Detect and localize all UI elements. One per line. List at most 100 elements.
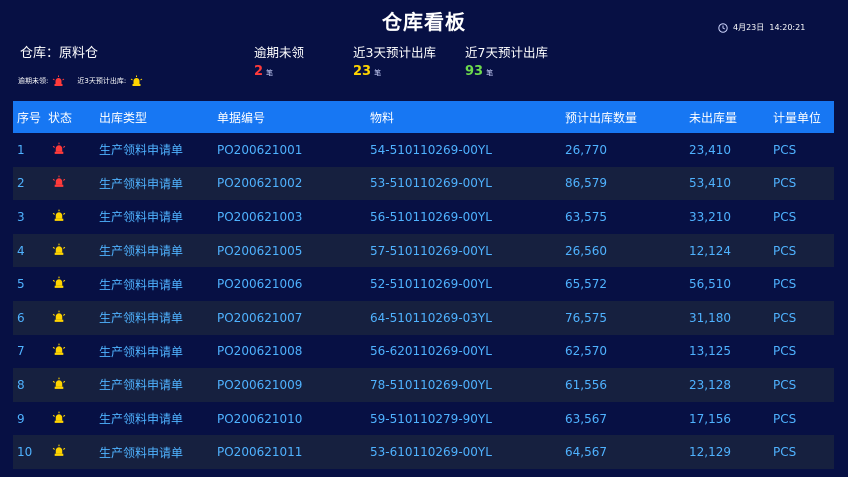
cell-material: 52-510110269-00YL [370,277,492,292]
cell-unit: PCS [773,377,797,392]
cell-material: 53-510110269-00YL [370,176,492,191]
cell-doc[interactable]: PO200621009 [213,368,366,402]
table-header-row: 序号 状态 出库类型 单据编号 物料 预计出库数量 未出库量 计量单位 [13,101,834,133]
stat-3day: 近3天预计出库 23 笔 [353,42,436,79]
table-row[interactable]: 8 生产领料申请单 PO200621009 78-510110269-00YL 61,… [13,368,834,402]
col-header-remaining: 未出库量 [689,110,738,125]
cell-no: 9 [17,411,25,426]
stat-label: 近7天预计出库 [465,45,548,60]
cell-material: 54-510110269-00YL [370,142,492,157]
table-row[interactable]: 2 生产领料申请单 PO200621002 53-510110269-00YL 86,… [13,166,834,201]
cell-doc[interactable]: PO200621010 [213,402,366,436]
red-alarm-icon [53,75,65,86]
cell-type: 生产领料申请单 [99,311,184,326]
cell-material: 53-610110269-00YL [370,445,492,460]
col-header-planned: 预计出库数量 [565,110,638,125]
cell-material: 57-510110269-00YL [370,243,492,258]
legend-overdue-label: 逾期未领: [18,77,49,85]
col-header-doc: 单据编号 [217,110,266,125]
cell-unit: PCS [773,243,797,258]
table-row[interactable]: 5 生产领料申请单 PO200621006 52-510110269-00YL 65,… [13,267,834,301]
cell-unit: PCS [773,445,797,460]
cell-doc[interactable]: PO200621008 [213,335,366,369]
cell-no: 5 [17,277,25,292]
table-row[interactable]: 4 生产领料申请单 PO200621005 57-510110269-00YL 26,… [13,233,834,268]
cell-status [44,133,95,167]
cell-material: 59-510110279-90YL [370,411,492,426]
cell-unit: PCS [773,310,797,325]
col-header-status: 状态 [48,110,73,125]
yellow-alarm-icon [52,377,66,389]
cell-material: 64-510110269-03YL [370,310,492,325]
cell-unit: PCS [773,277,797,292]
table-row[interactable]: 9 生产领料申请单 PO200621010 59-510110279-90YL 63,… [13,402,834,436]
cell-doc[interactable]: PO200621006 [213,267,366,301]
stat-overdue: 逾期未领 2笔 [254,42,304,79]
cell-doc[interactable]: PO200621001 [213,133,366,167]
datetime-text: 4月23日 14:20:21 [733,23,806,32]
table-row[interactable]: 7 生产领料申请单 PO200621008 56-620110269-00YL 62,… [13,335,834,369]
stat-value: 93 笔 [465,64,494,79]
stat-7day: 近7天预计出库 93 笔 [465,42,548,79]
cell-planned: 63,567 [565,411,607,426]
cell-status [44,402,95,436]
cell-no: 10 [17,445,33,460]
table-row[interactable]: 10 生产领料申请单 PO200621011 53-610110269-00YL 64… [13,435,834,469]
cell-no: 2 [17,176,25,191]
table-row[interactable]: 6 生产领料申请单 PO200621007 64-510110269-03YL 76,… [13,300,834,335]
cell-material: 78-510110269-00YL [370,377,492,392]
cell-no: 3 [17,209,25,224]
cell-planned: 63,575 [565,209,607,224]
yellow-alarm-icon [52,209,66,221]
cell-type: 生产领料申请单 [99,412,184,427]
cell-status [44,301,95,335]
cell-unit: PCS [773,344,797,359]
cell-no: 7 [17,344,25,359]
cell-remaining: 31,180 [689,310,731,325]
cell-status [44,368,95,402]
cell-doc[interactable]: PO200621002 [213,167,366,201]
cell-planned: 26,770 [565,142,607,157]
cell-no: 8 [17,377,25,392]
col-header-unit: 计量单位 [773,110,822,125]
cell-remaining: 12,129 [689,445,731,460]
cell-remaining: 33,210 [689,209,731,224]
cell-doc[interactable]: PO200621005 [213,234,366,268]
cell-status [44,200,95,234]
cell-no: 6 [17,310,25,325]
cell-type: 生产领料申请单 [99,277,184,292]
table-row[interactable]: 3 生产领料申请单 PO200621003 56-510110269-00YL 63,… [13,200,834,234]
outbound-table: 序号 状态 出库类型 单据编号 物料 预计出库数量 未出库量 计量单位 1 生产… [13,101,834,469]
yellow-alarm-icon [52,343,66,356]
cell-status [44,267,95,301]
stat-value: 2笔 [254,64,274,79]
cell-planned: 86,579 [565,176,607,191]
yellow-alarm-icon [52,444,66,457]
cell-unit: PCS [773,209,797,224]
table-row[interactable]: 1 生产领料申请单 PO200621001 54-510110269-00YL 26,… [13,133,834,167]
col-header-type: 出库类型 [99,110,148,125]
cell-status [44,335,95,369]
cell-doc[interactable]: PO200621003 [213,200,366,234]
warehouse-label: 仓库：原料仓 [20,46,99,61]
red-alarm-icon [52,142,66,154]
clock-icon [718,22,728,33]
cell-planned: 26,560 [565,243,607,258]
cell-remaining: 13,125 [689,344,731,359]
cell-planned: 61,556 [565,377,607,392]
cell-unit: PCS [773,411,797,426]
cell-material: 56-510110269-00YL [370,209,492,224]
cell-status [44,167,95,201]
cell-remaining: 23,410 [689,142,731,157]
yellow-alarm-icon [52,411,66,423]
cell-type: 生产领料申请单 [99,344,184,359]
cell-doc[interactable]: PO200621007 [213,301,366,335]
datetime-display: 4月23日 14:20:21 [718,22,805,33]
yellow-alarm-icon [52,243,66,255]
cell-doc[interactable]: PO200621011 [213,435,366,469]
cell-no: 1 [17,142,25,157]
cell-type: 生产领料申请单 [99,378,184,393]
cell-status [44,435,95,469]
cell-remaining: 23,128 [689,377,731,392]
cell-planned: 65,572 [565,277,607,292]
